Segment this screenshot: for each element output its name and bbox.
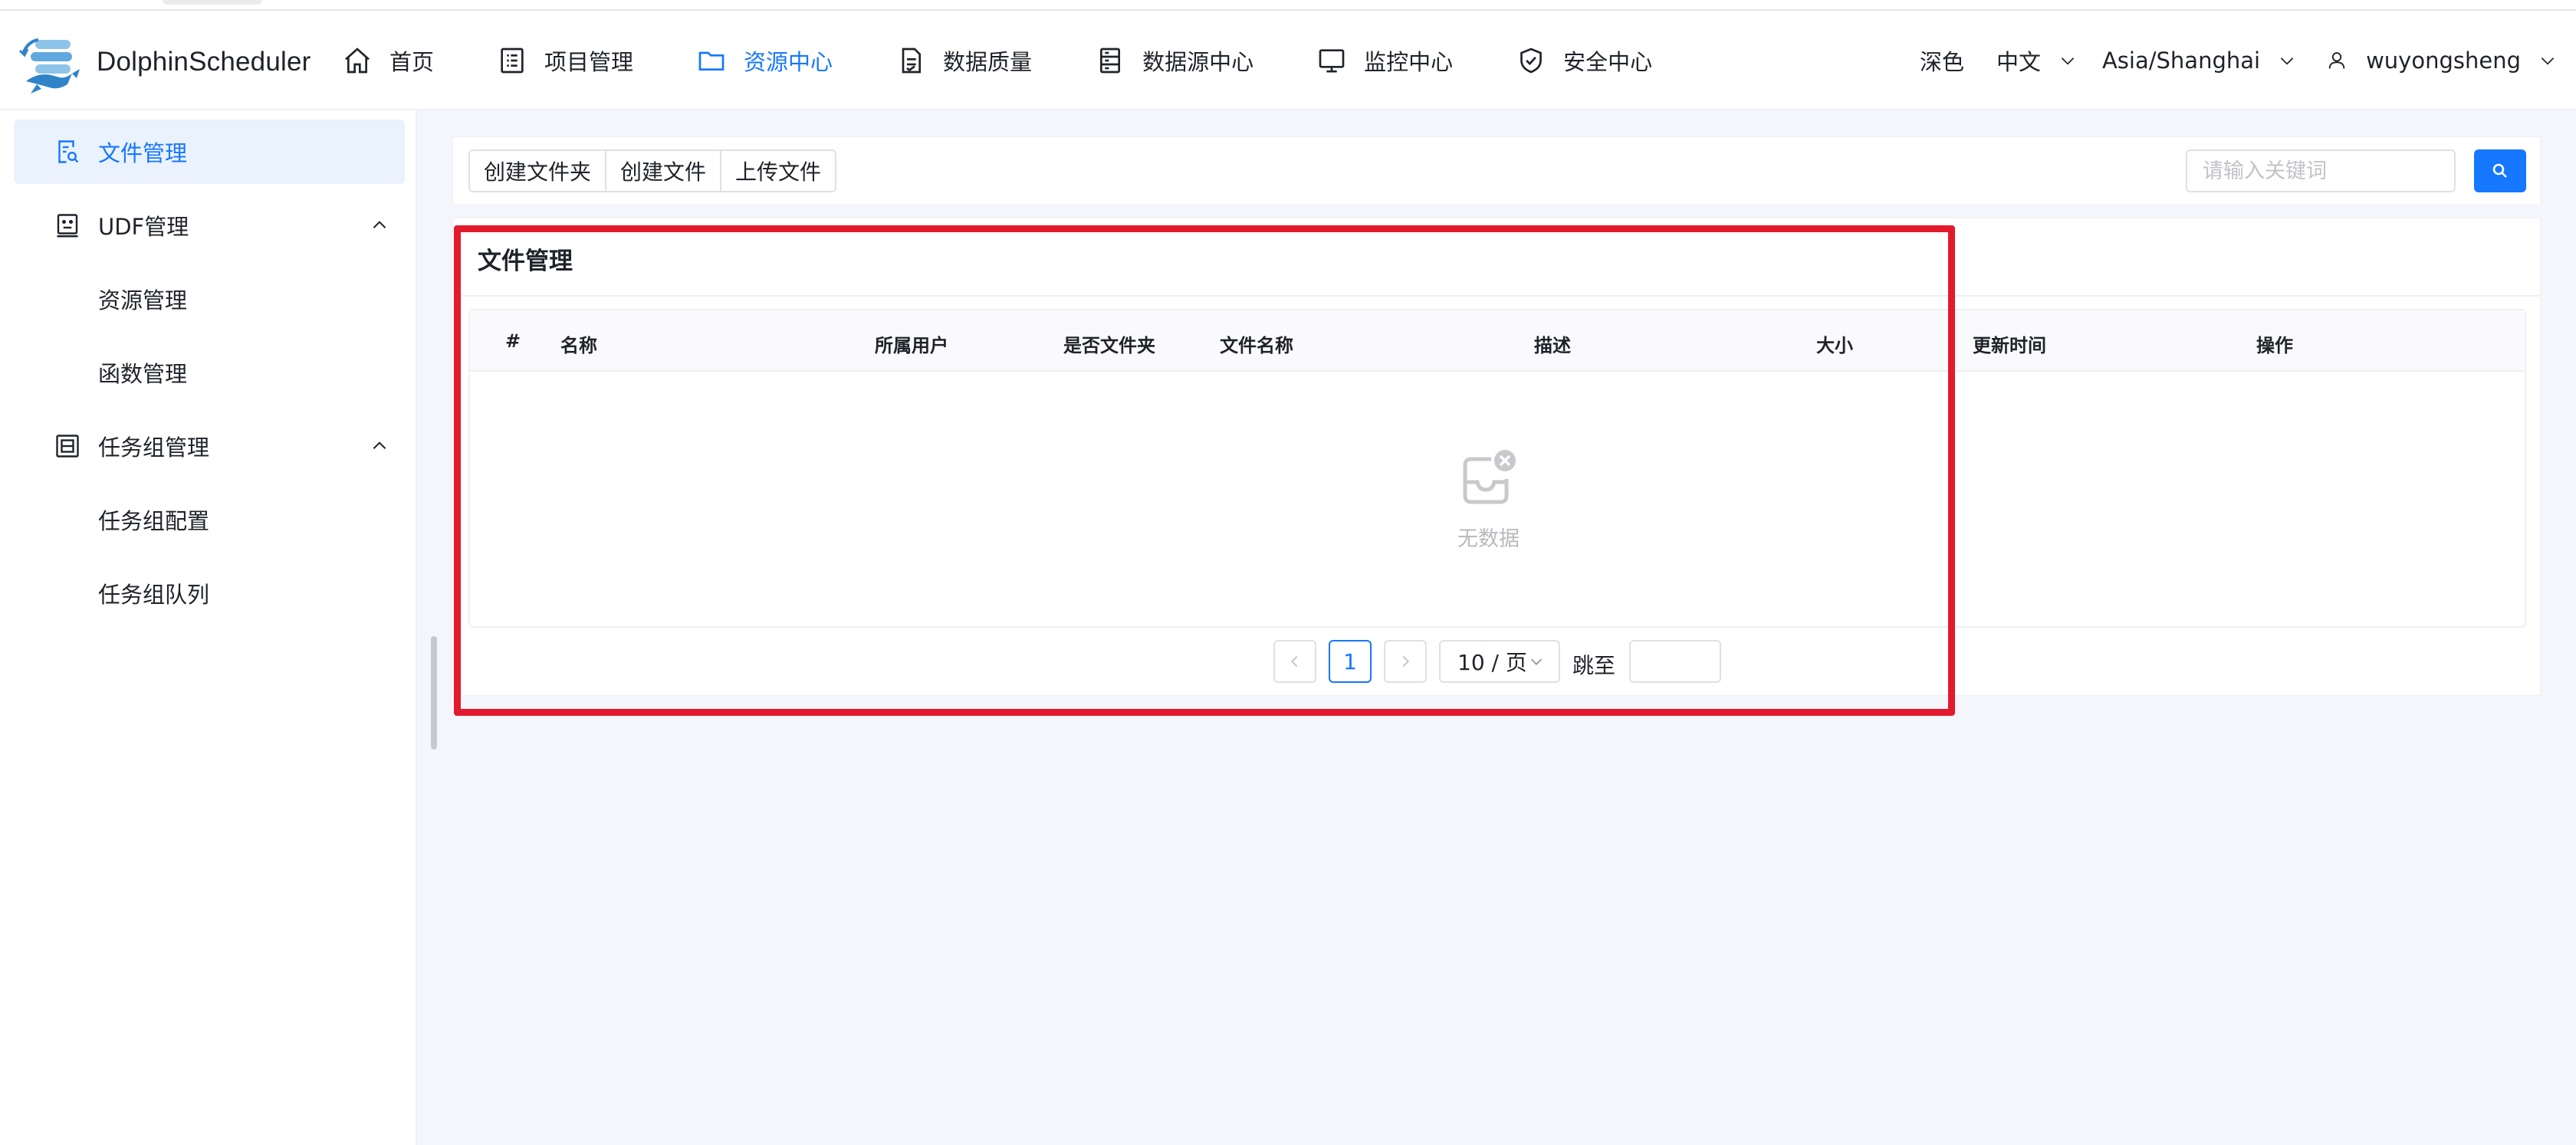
header-right: 深色 中文 Asia/Shanghai wuyongsheng: [1920, 11, 2576, 110]
top-nav: 首页 项目管理 资源中心 数据质量 数据源中心 监控中心 安全中心: [342, 11, 1715, 110]
shield-icon: [1520, 48, 1542, 74]
chevron-up-icon: [373, 221, 386, 228]
sidebar-item-label: UDF管理: [98, 214, 189, 240]
column-header-operation: 操作: [2256, 335, 2293, 356]
create-file-button[interactable]: 创建文件: [605, 149, 722, 192]
user-menu[interactable]: wuyongsheng: [2326, 48, 2558, 74]
task-group-icon: [56, 435, 79, 458]
sidebar-item-udf-management[interactable]: UDF管理: [14, 193, 405, 258]
sidebar-item-file-management[interactable]: 文件管理: [14, 120, 405, 184]
chevron-left-icon: [1291, 655, 1298, 668]
sidebar-item-label: 资源管理: [98, 287, 188, 313]
empty-text: 无数据: [1457, 527, 1520, 551]
upload-file-button[interactable]: 上传文件: [720, 149, 837, 192]
browser-top-strip: [0, 0, 2576, 11]
sidebar-item-label: 任务组队列: [98, 582, 210, 608]
table-empty-state: 无数据: [470, 372, 2525, 628]
sidebar: 文件管理 UDF管理 资源管理 函数管理 任务组管理 任务组配置 任务组队列: [0, 110, 417, 1145]
app-name: DolphinScheduler: [97, 47, 311, 77]
prev-page-button[interactable]: [1273, 640, 1316, 683]
create-folder-button[interactable]: 创建文件夹: [468, 149, 607, 192]
action-button-group: 创建文件夹 创建文件 上传文件: [468, 149, 837, 192]
language-select[interactable]: 中文: [1996, 44, 2078, 77]
sidebar-item-label: 任务组管理: [98, 435, 210, 461]
language-label: 中文: [1996, 49, 2041, 75]
nav-datasource[interactable]: 数据源中心: [1095, 11, 1254, 110]
table-header: # 名称 所属用户 是否文件夹 文件名称 描述 大小 更新时间 操作: [470, 310, 2525, 372]
empty-inbox-icon: [1463, 450, 1516, 504]
file-table: # 名称 所属用户 是否文件夹 文件名称 描述 大小 更新时间 操作 无数据: [468, 309, 2526, 628]
chevron-down-icon: [1530, 658, 1543, 665]
page-size-value: 10 / 页: [1457, 650, 1527, 675]
app-header: DolphinScheduler 首页 项目管理 资源中心 数据质量 数据源中心…: [0, 11, 2576, 110]
column-header-name: 名称: [560, 335, 597, 356]
column-header-index: #: [505, 330, 521, 352]
user-icon: [2328, 52, 2345, 69]
home-icon: [345, 48, 370, 74]
chevron-down-icon: [2541, 57, 2555, 65]
search-input[interactable]: [2186, 149, 2456, 192]
column-header-owner: 所属用户: [875, 335, 948, 356]
dolphin-logo-icon: [18, 38, 80, 94]
nav-project[interactable]: 项目管理: [497, 11, 633, 110]
data-quality-icon: [902, 48, 922, 74]
datasource-icon: [1100, 48, 1121, 74]
nav-security[interactable]: 安全中心: [1516, 11, 1652, 110]
sidebar-item-task-group-config[interactable]: 任务组配置: [14, 487, 405, 552]
page-size-select[interactable]: 10 / 页: [1439, 640, 1560, 683]
project-icon: [501, 48, 524, 74]
chevron-down-icon: [2280, 57, 2294, 65]
sidebar-item-function-management[interactable]: 函数管理: [14, 340, 405, 405]
column-header-update-time: 更新时间: [1973, 335, 2046, 356]
nav-data-quality[interactable]: 数据质量: [895, 11, 1032, 110]
pagination: 1 10 / 页 跳至: [453, 640, 2540, 683]
file-management-card: 文件管理 # 名称 所属用户 是否文件夹 文件名称 描述 大小 更新时间 操作 …: [452, 218, 2541, 696]
theme-toggle[interactable]: 深色: [1920, 44, 1964, 77]
sidebar-item-label: 文件管理: [98, 140, 188, 166]
sidebar-item-label: 函数管理: [98, 361, 188, 387]
chevron-right-icon: [1402, 655, 1409, 668]
column-header-description: 描述: [1534, 335, 1571, 356]
jump-to-label: 跳至: [1572, 653, 1616, 678]
nav-monitor[interactable]: 监控中心: [1316, 11, 1453, 110]
folder-icon: [698, 51, 724, 71]
udf-icon: [57, 214, 78, 238]
nav-security-label: 安全中心: [1563, 49, 1653, 75]
card-divider: [453, 295, 2540, 297]
nav-data-quality-label: 数据质量: [943, 49, 1033, 75]
toolbar-card: 创建文件夹 创建文件 上传文件: [452, 136, 2541, 205]
sidebar-item-task-group-management[interactable]: 任务组管理: [14, 414, 405, 478]
nav-project-label: 项目管理: [544, 49, 634, 75]
sidebar-item-label: 任务组配置: [98, 508, 210, 534]
page-number-button[interactable]: 1: [1329, 640, 1372, 683]
column-header-size: 大小: [1816, 335, 1853, 356]
monitor-icon: [1319, 49, 1345, 73]
theme-label: 深色: [1919, 49, 1964, 75]
sidebar-item-task-group-queue[interactable]: 任务组队列: [14, 561, 405, 625]
column-header-file-name: 文件名称: [1220, 335, 1293, 356]
nav-resource-label: 资源中心: [744, 49, 833, 75]
chevron-up-icon: [373, 441, 386, 449]
search-button[interactable]: [2474, 149, 2526, 192]
nav-resource[interactable]: 资源中心: [696, 11, 833, 110]
file-search-icon: [58, 140, 79, 163]
timezone-label: Asia/Shanghai: [2101, 48, 2261, 74]
nav-datasource-label: 数据源中心: [1142, 49, 1254, 75]
nav-monitor-label: 监控中心: [1364, 49, 1454, 75]
jump-to-input[interactable]: [1629, 640, 1721, 683]
app-logo[interactable]: DolphinScheduler: [15, 28, 311, 97]
nav-home[interactable]: 首页: [342, 11, 434, 110]
search-icon: [2492, 163, 2507, 178]
browser-tab-stub: [163, 0, 262, 5]
timezone-select[interactable]: Asia/Shanghai: [2102, 48, 2297, 74]
next-page-button[interactable]: [1384, 640, 1427, 683]
chevron-down-icon: [2061, 57, 2075, 65]
column-header-is-directory: 是否文件夹: [1063, 335, 1155, 356]
user-name: wuyongsheng: [2366, 48, 2521, 74]
card-title: 文件管理: [478, 248, 573, 275]
sidebar-item-resource-management[interactable]: 资源管理: [14, 267, 405, 331]
nav-home-label: 首页: [389, 49, 435, 75]
sidebar-scrollbar[interactable]: [431, 636, 437, 750]
